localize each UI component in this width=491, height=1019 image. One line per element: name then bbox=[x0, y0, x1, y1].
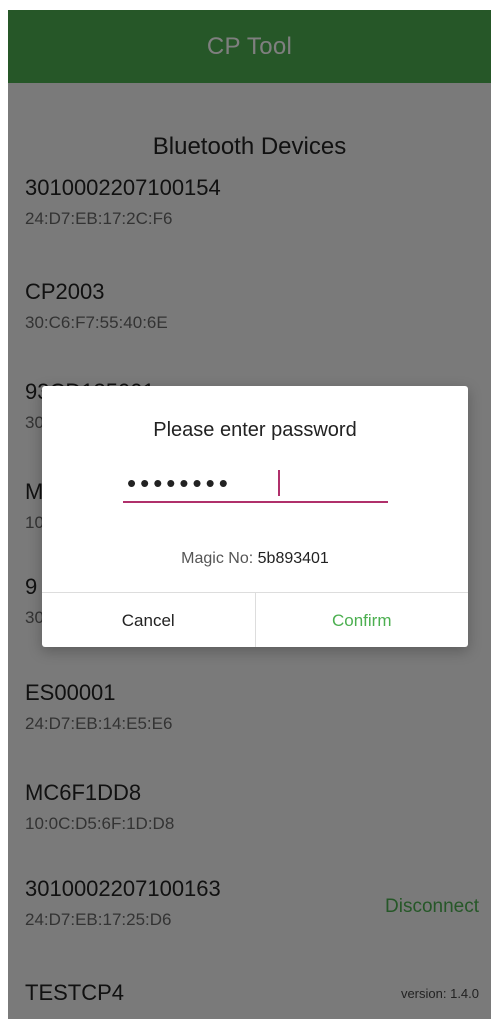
text-cursor bbox=[278, 470, 280, 496]
magic-number-label: Magic No: bbox=[181, 550, 258, 567]
confirm-button[interactable]: Confirm bbox=[256, 593, 469, 647]
magic-number-row: Magic No: 5b893401 bbox=[42, 550, 468, 568]
dialog-button-row: Cancel Confirm bbox=[42, 592, 468, 647]
cancel-button[interactable]: Cancel bbox=[42, 593, 256, 647]
phone-screen: CP Tool Bluetooth Devices 30100022071001… bbox=[8, 10, 491, 1019]
magic-number-value: 5b893401 bbox=[257, 550, 329, 567]
password-dialog: Please enter password •••••••• Magic No:… bbox=[42, 386, 468, 647]
dialog-title: Please enter password bbox=[153, 419, 357, 441]
password-mask: •••••••• bbox=[127, 468, 232, 498]
password-input[interactable]: •••••••• bbox=[123, 465, 388, 503]
